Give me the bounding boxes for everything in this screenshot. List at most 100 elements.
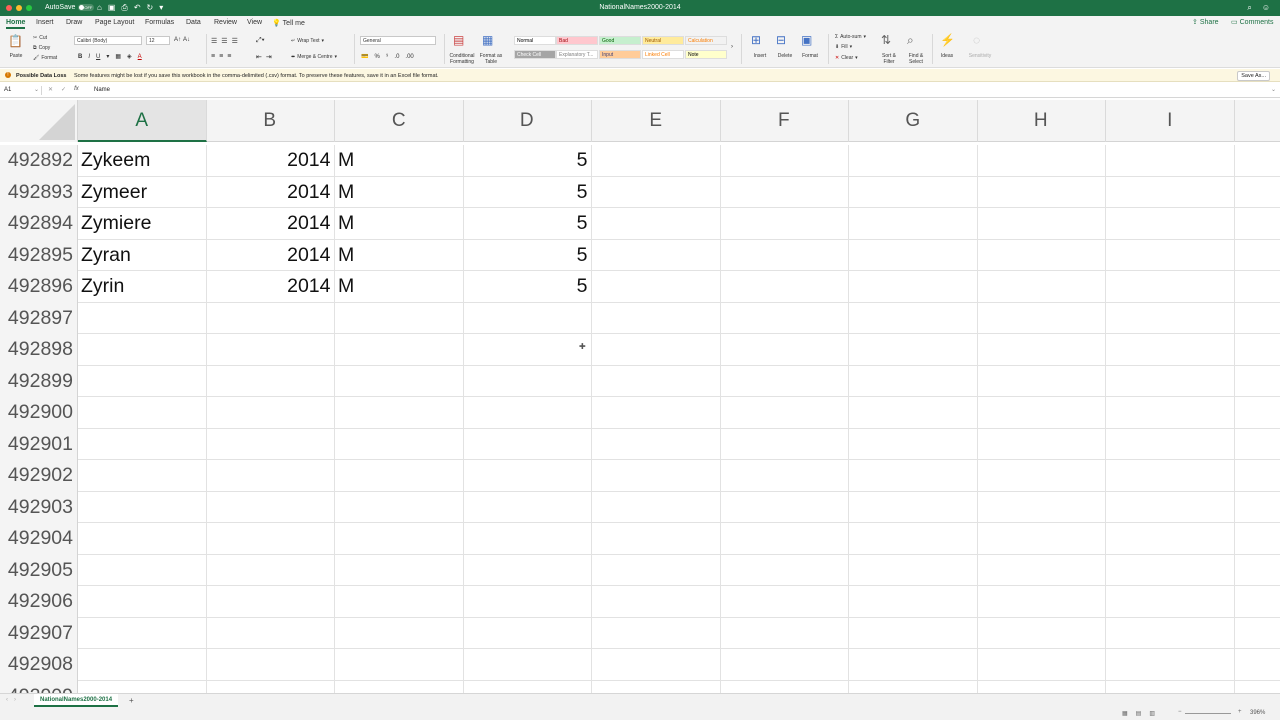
cell-i[interactable]	[1106, 649, 1235, 681]
tab-view[interactable]: View	[247, 19, 262, 26]
cell-d[interactable]	[463, 649, 592, 681]
cell-g[interactable]	[849, 365, 978, 397]
cell-f[interactable]	[720, 302, 849, 334]
italic-icon[interactable]: I	[88, 54, 90, 60]
cell-a[interactable]: Zymeer	[78, 176, 207, 208]
tab-formulas[interactable]: Formulas	[145, 19, 174, 26]
cell-e[interactable]	[592, 649, 721, 681]
percent-icon[interactable]: %	[374, 54, 379, 60]
sensitivity-button[interactable]: Sensitivity	[964, 53, 996, 59]
cell-f[interactable]	[720, 271, 849, 303]
bold-icon[interactable]: B	[78, 54, 82, 60]
merge-centre-button[interactable]: ⬌ Merge & Centre ▾	[291, 54, 337, 60]
column-header-c[interactable]: C	[335, 100, 464, 142]
cell-style-normal[interactable]: Normal	[514, 36, 556, 45]
cancel-icon[interactable]: ✕	[48, 86, 53, 93]
cell-h[interactable]	[977, 460, 1106, 492]
cell-a[interactable]	[78, 460, 207, 492]
row-header[interactable]: 492903	[0, 491, 78, 523]
conditional-formatting-icon[interactable]: ▤	[453, 33, 464, 47]
cell-f[interactable]	[720, 460, 849, 492]
column-header-h[interactable]: H	[977, 100, 1106, 142]
copy-button[interactable]: ⧉ Copy	[33, 45, 50, 51]
cell-f[interactable]	[720, 680, 849, 693]
cell-c[interactable]: M	[335, 208, 464, 240]
cell-i[interactable]	[1106, 586, 1235, 618]
cell-g[interactable]	[849, 271, 978, 303]
insert-cells-button[interactable]: Insert	[748, 53, 772, 59]
number-format-select[interactable]: General	[360, 36, 436, 45]
cell-b[interactable]	[206, 365, 335, 397]
cell-i[interactable]	[1106, 302, 1235, 334]
prev-sheet-icon[interactable]: ‹	[6, 697, 8, 703]
cell-g[interactable]	[849, 554, 978, 586]
cell-f[interactable]	[720, 239, 849, 271]
confirm-icon[interactable]: ✓	[61, 86, 66, 93]
row-header[interactable]: 492900	[0, 397, 78, 429]
cell-e[interactable]	[592, 271, 721, 303]
cell-b[interactable]	[206, 523, 335, 555]
zoom-slider[interactable]	[1185, 713, 1231, 714]
column-header-a[interactable]: A	[78, 100, 207, 142]
row-header[interactable]: 492907	[0, 617, 78, 649]
cell-i[interactable]	[1106, 176, 1235, 208]
cell-g[interactable]	[849, 397, 978, 429]
insert-cells-icon[interactable]: ⊞	[751, 33, 761, 47]
decrease-indent-icon[interactable]: ⇤	[256, 53, 262, 61]
cell-g[interactable]	[849, 239, 978, 271]
cell-a[interactable]	[78, 649, 207, 681]
cell-a[interactable]	[78, 334, 207, 366]
cell-b[interactable]	[206, 586, 335, 618]
align-bottom-icon[interactable]: ☰	[232, 37, 238, 45]
cell-h[interactable]	[977, 397, 1106, 429]
cell-i[interactable]	[1106, 554, 1235, 586]
cell-style-good[interactable]: Good	[599, 36, 641, 45]
format-as-table-icon[interactable]: ▦	[482, 33, 493, 47]
cell-i[interactable]	[1106, 208, 1235, 240]
tab-page-layout[interactable]: Page Layout	[95, 19, 134, 26]
cell-a[interactable]	[78, 523, 207, 555]
sheet-tab-nationalnames[interactable]: NationalNames2000-2014	[34, 694, 119, 707]
cell-a[interactable]	[78, 365, 207, 397]
cell-a[interactable]: Zykeem	[78, 145, 207, 177]
cell-c[interactable]	[335, 460, 464, 492]
cell-e[interactable]	[592, 145, 721, 177]
zoom-level[interactable]: 396%	[1250, 710, 1265, 716]
cell-a[interactable]	[78, 428, 207, 460]
tab-data[interactable]: Data	[186, 19, 201, 26]
row-header[interactable]: 492893	[0, 176, 78, 208]
cell-g[interactable]	[849, 176, 978, 208]
cell-c[interactable]: M	[335, 145, 464, 177]
cell-i[interactable]	[1106, 239, 1235, 271]
cell-h[interactable]	[977, 145, 1106, 177]
cell-a[interactable]: Zymiere	[78, 208, 207, 240]
cell-e[interactable]	[592, 554, 721, 586]
cell-h[interactable]	[977, 271, 1106, 303]
cell-c[interactable]	[335, 397, 464, 429]
wrap-text-button[interactable]: ↵ Wrap Text ▾	[291, 38, 324, 44]
cell-style-linked-cell[interactable]: Linked Cell	[642, 50, 684, 59]
fx-icon[interactable]: fx	[74, 86, 79, 93]
underline-dropdown-icon[interactable]: ▾	[106, 53, 109, 60]
cell-a[interactable]	[78, 554, 207, 586]
name-box[interactable]: A1 ⌄	[2, 86, 42, 95]
cell-f[interactable]	[720, 365, 849, 397]
add-sheet-icon[interactable]: +	[129, 696, 134, 705]
cell-i[interactable]	[1106, 365, 1235, 397]
cell-d[interactable]	[463, 586, 592, 618]
clear-button[interactable]: ✕ Clear ▾	[835, 55, 858, 61]
cell-i[interactable]	[1106, 460, 1235, 492]
tab-insert[interactable]: Insert	[36, 19, 54, 26]
cell-e[interactable]	[592, 397, 721, 429]
cell-d[interactable]: 5	[463, 271, 592, 303]
cell-b[interactable]: 2014	[206, 208, 335, 240]
row-header[interactable]: 492897	[0, 302, 78, 334]
sort-filter-button[interactable]: Sort & Filter	[876, 53, 902, 65]
zoom-in-icon[interactable]: +	[1238, 709, 1242, 715]
cell-d[interactable]: 5	[463, 145, 592, 177]
cell-g[interactable]	[849, 302, 978, 334]
cell-b[interactable]	[206, 649, 335, 681]
cell-c[interactable]	[335, 523, 464, 555]
cell-style-calculation[interactable]: Calculation	[685, 36, 727, 45]
cell-b[interactable]	[206, 554, 335, 586]
